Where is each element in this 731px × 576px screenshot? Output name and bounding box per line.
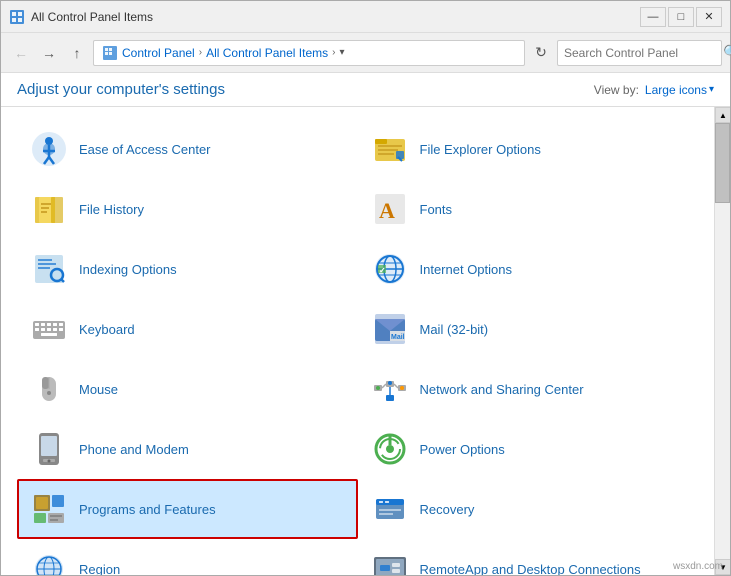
breadcrumb[interactable]: Control Panel › All Control Panel Items … [93,40,525,66]
content-area: Ease of Access Center [1,107,730,575]
title-bar: All Control Panel Items — □ ✕ [1,1,730,33]
fonts-icon: A [370,189,410,229]
item-internet-options[interactable]: ✓ Internet Options [358,239,699,299]
region-label: Region [79,562,120,576]
breadcrumb-sep1: › [199,47,202,58]
item-file-explorer-options[interactable]: File Explorer Options [358,119,699,179]
window-icon [9,9,25,25]
power-options-label: Power Options [420,442,505,457]
viewby-value-text: Large icons [645,83,707,97]
programs-features-icon [29,489,69,529]
search-icon: 🔍 [723,44,731,61]
refresh-button[interactable]: ↻ [529,41,553,65]
network-sharing-label: Network and Sharing Center [420,382,584,397]
svg-text:✓: ✓ [379,266,386,275]
power-options-icon [370,429,410,469]
back-button[interactable]: ← [9,41,33,65]
address-bar: ← → ↑ Control Panel › All Control Panel … [1,33,730,73]
minimize-button[interactable]: — [640,7,666,27]
recovery-icon [370,489,410,529]
toolbar: Adjust your computer's settings View by:… [1,73,730,107]
item-indexing-options[interactable]: Indexing Options [17,239,358,299]
mouse-icon [29,369,69,409]
item-file-history[interactable]: File History [17,179,358,239]
item-power-options[interactable]: Power Options [358,419,699,479]
keyboard-label: Keyboard [79,322,135,337]
item-recovery[interactable]: Recovery [358,479,699,539]
phone-modem-icon [29,429,69,469]
breadcrumb-panel[interactable]: Control Panel [122,46,195,60]
remoteapp-label: RemoteApp and Desktop Connections [420,562,641,576]
item-fonts[interactable]: A Fonts [358,179,699,239]
item-mouse[interactable]: Mouse [17,359,358,419]
mail-label: Mail (32-bit) [420,322,489,337]
ease-of-access-icon [29,129,69,169]
svg-text:A: A [379,198,395,223]
svg-text:Mail: Mail [391,334,405,341]
programs-features-label: Programs and Features [79,502,216,517]
file-explorer-options-label: File Explorer Options [420,142,541,157]
breadcrumb-dropdown[interactable]: ▾ [339,47,344,58]
window-controls: — □ ✕ [640,7,722,27]
phone-modem-label: Phone and Modem [79,442,189,457]
network-sharing-icon [370,369,410,409]
breadcrumb-home-icon [102,45,118,61]
mail-icon: Mail [370,309,410,349]
item-ease-of-access[interactable]: Ease of Access Center [17,119,358,179]
indexing-options-label: Indexing Options [79,262,177,277]
viewby-label: View by: [594,83,639,97]
internet-options-label: Internet Options [420,262,513,277]
window-title: All Control Panel Items [31,10,640,24]
page-title: Adjust your computer's settings [17,81,225,98]
restore-button[interactable]: □ [668,7,694,27]
search-input[interactable] [564,46,719,60]
scrollbar: ▲ ▼ [714,107,730,575]
keyboard-icon [29,309,69,349]
viewby-value[interactable]: Large icons ▾ [645,83,714,97]
items-grid: Ease of Access Center [17,119,698,575]
ease-of-access-label: Ease of Access Center [79,142,211,157]
viewby-dropdown-icon: ▾ [709,84,714,95]
fonts-label: Fonts [420,202,453,217]
file-explorer-options-icon [370,129,410,169]
breadcrumb-sep2: › [332,47,335,58]
view-by-control: View by: Large icons ▾ [594,83,714,97]
internet-options-icon: ✓ [370,249,410,289]
scroll-track[interactable] [715,123,730,559]
indexing-options-icon [29,249,69,289]
file-history-label: File History [79,202,144,217]
item-remoteapp[interactable]: RemoteApp and Desktop Connections [358,539,699,575]
remoteapp-icon [370,549,410,575]
item-programs-features[interactable]: Programs and Features [17,479,358,539]
watermark: wsxdn.com [673,561,723,572]
file-history-icon [29,189,69,229]
item-region[interactable]: Region [17,539,358,575]
item-mail[interactable]: Mail Mail (32-bit) [358,299,699,359]
search-box[interactable]: 🔍 [557,40,722,66]
close-button[interactable]: ✕ [696,7,722,27]
item-phone-modem[interactable]: Phone and Modem [17,419,358,479]
item-network-sharing[interactable]: Network and Sharing Center [358,359,699,419]
item-keyboard[interactable]: Keyboard [17,299,358,359]
region-icon [29,549,69,575]
forward-button[interactable]: → [37,41,61,65]
scroll-up-button[interactable]: ▲ [715,107,730,123]
items-container: Ease of Access Center [1,107,714,575]
main-window: All Control Panel Items — □ ✕ ← → ↑ Cont… [0,0,731,576]
recovery-label: Recovery [420,502,475,517]
scroll-thumb[interactable] [715,123,730,203]
breadcrumb-all-items[interactable]: All Control Panel Items [206,46,328,60]
mouse-label: Mouse [79,382,118,397]
up-button[interactable]: ↑ [65,41,89,65]
